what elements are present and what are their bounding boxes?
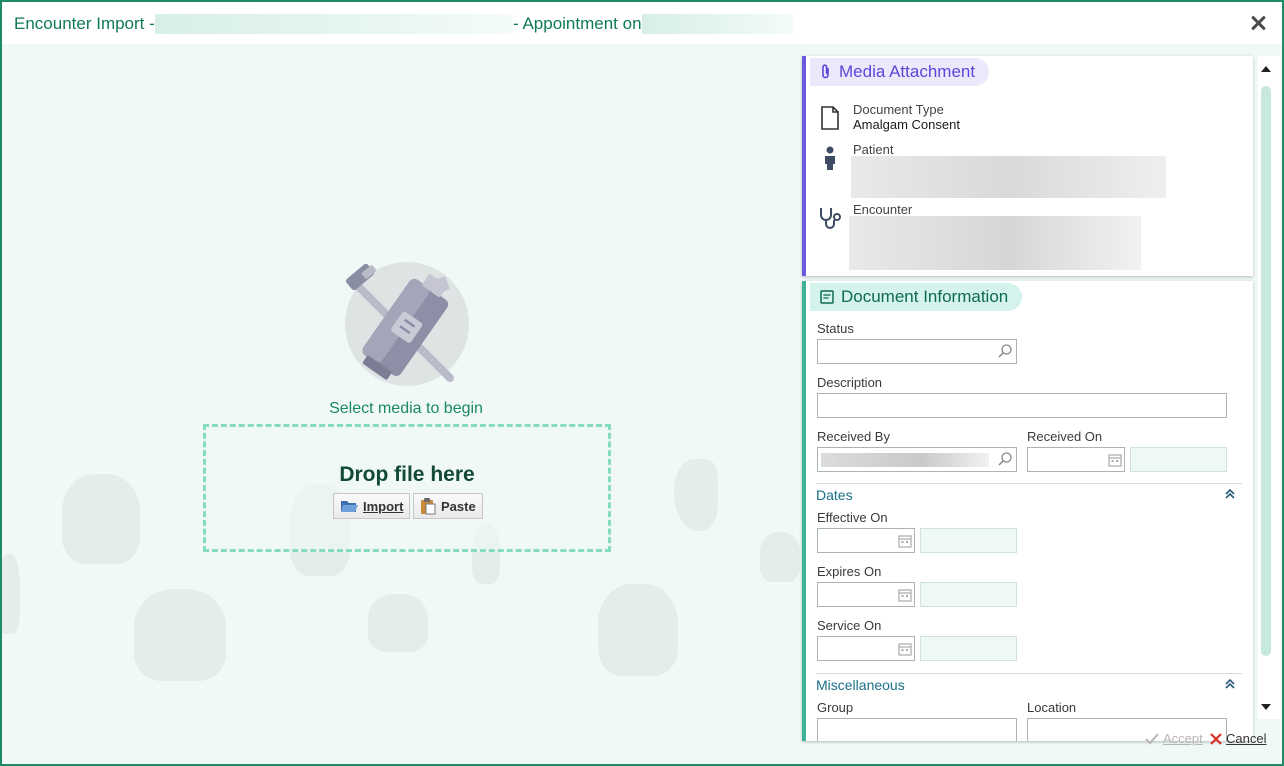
import-button[interactable]: Import bbox=[333, 493, 411, 519]
redacted-received-by bbox=[821, 453, 989, 467]
expires-on-time-field[interactable] bbox=[920, 582, 1017, 607]
miscellaneous-section-title: Miscellaneous bbox=[816, 677, 905, 693]
document-icon bbox=[821, 106, 839, 130]
dates-section-title: Dates bbox=[816, 487, 853, 503]
tooth-watermark bbox=[368, 594, 428, 652]
file-drop-zone[interactable]: Drop file here Import Paste bbox=[203, 424, 611, 552]
media-attachment-panel: Media Attachment Document Type Amalgam C… bbox=[802, 56, 1253, 276]
effective-on-label: Effective On bbox=[817, 510, 888, 525]
search-icon[interactable] bbox=[997, 343, 1013, 359]
patient-label: Patient bbox=[853, 142, 894, 157]
scrollbar-thumb[interactable] bbox=[1261, 86, 1271, 656]
note-icon bbox=[820, 290, 834, 304]
group-field[interactable] bbox=[817, 718, 1017, 741]
expires-on-label: Expires On bbox=[817, 564, 882, 579]
cancel-button[interactable]: Cancel bbox=[1210, 731, 1266, 746]
tooth-watermark bbox=[62, 474, 140, 564]
encounter-label: Encounter bbox=[853, 202, 913, 217]
received-on-date-field[interactable] bbox=[1027, 447, 1125, 472]
tooth-watermark bbox=[134, 589, 226, 681]
select-media-prompt: Select media to begin bbox=[329, 400, 483, 417]
redacted-appointment-date bbox=[642, 14, 793, 34]
scroll-up-arrow-icon[interactable] bbox=[1261, 66, 1271, 72]
group-label: Group bbox=[817, 700, 854, 715]
status-label: Status bbox=[817, 321, 854, 336]
tooth-watermark bbox=[2, 554, 20, 634]
cancel-x-icon bbox=[1210, 732, 1222, 745]
calendar-icon[interactable] bbox=[898, 588, 912, 602]
document-type-label: Document Type bbox=[853, 102, 944, 117]
title-prefix: Encounter Import - bbox=[14, 14, 155, 33]
toothpaste-icon bbox=[346, 263, 454, 382]
encounter-import-dialog: Encounter Import - - Appointment on Sele… bbox=[0, 0, 1284, 766]
paste-button[interactable]: Paste bbox=[413, 493, 483, 519]
document-information-title: Document Information bbox=[841, 287, 1009, 306]
calendar-icon[interactable] bbox=[898, 534, 912, 548]
paste-label: Paste bbox=[441, 498, 476, 514]
dates-section-header[interactable]: Dates bbox=[816, 483, 1242, 503]
calendar-icon[interactable] bbox=[898, 642, 912, 656]
checkmark-icon bbox=[1145, 732, 1159, 744]
description-label: Description bbox=[817, 375, 883, 390]
collapse-chevron-icon[interactable] bbox=[1224, 488, 1236, 500]
location-label: Location bbox=[1027, 700, 1077, 715]
redacted-patient-name bbox=[155, 14, 513, 34]
cancel-label: Cancel bbox=[1226, 731, 1267, 746]
miscellaneous-section-header[interactable]: Miscellaneous bbox=[816, 673, 1242, 693]
service-on-date-field[interactable] bbox=[817, 636, 915, 661]
effective-on-time-field[interactable] bbox=[920, 528, 1017, 553]
received-on-label: Received On bbox=[1027, 429, 1103, 444]
tooth-watermark bbox=[674, 459, 718, 531]
received-by-label: Received By bbox=[817, 429, 890, 444]
close-icon[interactable] bbox=[1250, 14, 1268, 32]
media-attachment-header: Media Attachment bbox=[810, 58, 990, 86]
clipboard-paste-icon bbox=[421, 498, 436, 515]
calendar-icon[interactable] bbox=[1108, 453, 1122, 467]
service-on-time-field[interactable] bbox=[920, 636, 1017, 661]
redacted-encounter bbox=[849, 216, 1141, 270]
title-middle: - Appointment on bbox=[513, 14, 642, 33]
expires-on-date-field[interactable] bbox=[817, 582, 915, 607]
received-by-field[interactable] bbox=[817, 447, 1017, 472]
tooth-watermark bbox=[760, 532, 800, 582]
document-type-value: Amalgam Consent bbox=[853, 117, 960, 132]
collapse-chevron-icon[interactable] bbox=[1224, 678, 1236, 690]
patient-person-icon bbox=[825, 146, 835, 170]
search-icon[interactable] bbox=[997, 451, 1013, 467]
scroll-down-arrow-icon[interactable] bbox=[1261, 704, 1271, 710]
folder-open-icon bbox=[341, 501, 358, 512]
accept-button[interactable]: Accept bbox=[1145, 731, 1203, 746]
accept-label: Accept bbox=[1163, 731, 1203, 746]
effective-on-date-field[interactable] bbox=[817, 528, 915, 553]
document-information-header: Document Information bbox=[810, 283, 1023, 311]
import-label: Import bbox=[363, 498, 404, 514]
received-on-time-field[interactable] bbox=[1130, 447, 1227, 472]
service-on-label: Service On bbox=[817, 618, 882, 633]
title-bar: Encounter Import - - Appointment on bbox=[2, 2, 1282, 44]
stethoscope-icon bbox=[820, 208, 841, 229]
description-field[interactable] bbox=[817, 393, 1227, 418]
paperclip-icon bbox=[822, 64, 829, 79]
document-information-panel: Document Information Status Description … bbox=[802, 281, 1253, 741]
redacted-patient bbox=[851, 156, 1166, 198]
drop-file-text: Drop file here bbox=[339, 463, 475, 486]
status-search-field[interactable] bbox=[817, 339, 1017, 364]
tooth-watermark bbox=[598, 584, 678, 676]
media-attachment-title: Media Attachment bbox=[839, 62, 976, 81]
